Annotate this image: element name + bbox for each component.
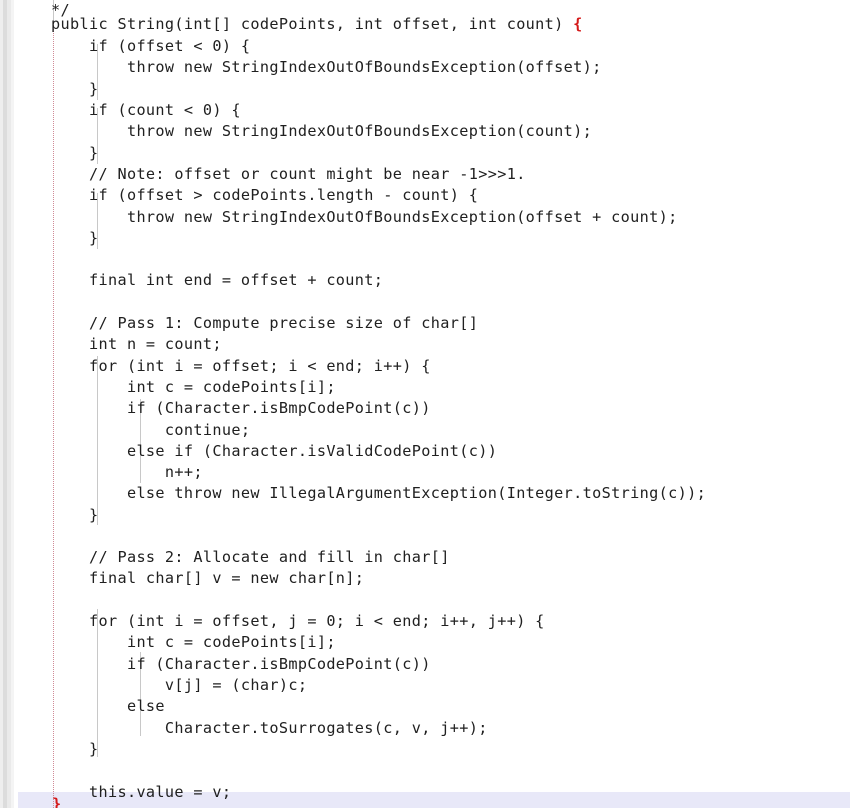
code-line-text: } [51,80,99,98]
code-line[interactable]: if (offset > codePoints.length - count) … [51,185,478,206]
code-line[interactable]: } [52,794,62,808]
code-line-text: if (count < 0) { [51,101,241,119]
matching-brace-close: } [52,795,62,808]
code-line-text: this.value = v; [51,783,232,801]
code-line-text: // Note: offset or count might be near -… [51,165,526,183]
code-line[interactable]: if (count < 0) { [51,100,241,121]
code-line-text: else throw new IllegalArgumentException(… [51,484,707,502]
code-line-text: public String(int[] codePoints, int offs… [51,15,574,33]
code-line[interactable]: n++; [51,462,203,483]
code-text-layer[interactable]: */public String(int[] codePoints, int of… [0,0,850,808]
code-line[interactable]: public String(int[] codePoints, int offs… [51,14,583,35]
code-line-text: if (Character.isBmpCodePoint(c)) [51,655,431,673]
code-line[interactable]: for (int i = offset; i < end; i++) { [51,356,431,377]
code-line[interactable]: throw new StringIndexOutOfBoundsExceptio… [51,207,678,228]
code-line-text: if (Character.isBmpCodePoint(c)) [51,399,431,417]
code-line[interactable]: } [51,505,98,526]
code-line-text: for (int i = offset; i < end; i++) { [51,357,431,375]
code-line[interactable]: if (Character.isBmpCodePoint(c)) [51,398,431,419]
code-line[interactable]: } [51,143,98,164]
code-line-text: if (offset > codePoints.length - count) … [51,186,479,204]
code-line[interactable]: throw new StringIndexOutOfBoundsExceptio… [51,57,602,78]
code-line-text: } [51,144,99,162]
code-line-text: final char[] v = new char[n]; [51,569,365,587]
code-line-text: int c = codePoints[i]; [51,378,336,396]
code-line[interactable]: } [51,739,98,760]
code-line[interactable]: Character.toSurrogates(c, v, j++); [51,718,488,739]
code-line-text: throw new StringIndexOutOfBoundsExceptio… [51,122,593,140]
code-line[interactable]: } [51,228,98,249]
code-line[interactable]: // Note: offset or count might be near -… [51,164,526,185]
code-line-text: } [51,229,99,247]
code-line[interactable]: int n = count; [51,334,222,355]
code-line[interactable]: v[j] = (char)c; [51,675,307,696]
code-line-text: Character.toSurrogates(c, v, j++); [51,719,488,737]
code-editor-viewport[interactable]: */public String(int[] codePoints, int of… [0,0,850,808]
code-line-text: else [51,697,165,715]
code-line-text: else if (Character.isValidCodePoint(c)) [51,442,498,460]
code-line-text: if (offset < 0) { [51,37,251,55]
code-line-text: n++; [51,463,203,481]
code-line[interactable]: else if (Character.isValidCodePoint(c)) [51,441,497,462]
code-line[interactable]: else [51,696,165,717]
code-line-text: // Pass 2: Allocate and fill in char[] [51,548,450,566]
matching-brace-open: { [573,15,583,33]
code-line[interactable]: final char[] v = new char[n]; [51,568,364,589]
code-line[interactable]: throw new StringIndexOutOfBoundsExceptio… [51,121,592,142]
code-line[interactable]: } [51,79,98,100]
code-line[interactable]: // Pass 2: Allocate and fill in char[] [51,547,450,568]
code-line-text: throw new StringIndexOutOfBoundsExceptio… [51,208,678,226]
code-line-text: int c = codePoints[i]; [51,633,336,651]
code-line-text: int n = count; [51,335,222,353]
code-line-text: throw new StringIndexOutOfBoundsExceptio… [51,58,602,76]
code-line-text: } [51,740,99,758]
code-line-text: continue; [51,421,251,439]
code-line[interactable]: continue; [51,420,250,441]
code-line[interactable]: // Pass 1: Compute precise size of char[… [51,313,478,334]
code-line-text: } [51,506,99,524]
code-line[interactable]: else throw new IllegalArgumentException(… [51,483,706,504]
code-line[interactable]: if (Character.isBmpCodePoint(c)) [51,654,431,675]
code-line[interactable]: final int end = offset + count; [51,270,383,291]
gutter-band-5 [14,0,18,808]
code-line[interactable]: for (int i = offset, j = 0; i < end; i++… [51,611,545,632]
code-line[interactable]: if (offset < 0) { [51,36,250,57]
code-line-text: // Pass 1: Compute precise size of char[… [51,314,479,332]
left-gutter[interactable] [0,0,18,808]
code-line[interactable]: int c = codePoints[i]; [51,632,336,653]
code-line-text: final int end = offset + count; [51,271,384,289]
code-line[interactable]: int c = codePoints[i]; [51,377,336,398]
code-line-text: for (int i = offset, j = 0; i < end; i++… [51,612,545,630]
code-line-text: v[j] = (char)c; [51,676,308,694]
code-line[interactable]: this.value = v; [51,782,231,803]
